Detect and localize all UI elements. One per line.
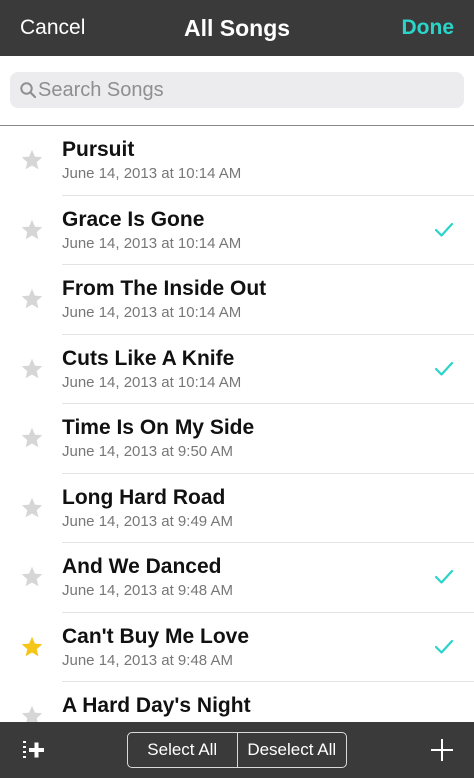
add-to-list-icon[interactable] [22,738,48,762]
star-icon[interactable] [20,287,44,311]
song-title: Long Hard Road [62,485,226,509]
search-input[interactable] [38,72,458,108]
song-title: Cuts Like A Knife [62,346,235,370]
song-list: Pursuit June 14, 2013 at 10:14 AM Grace Is… [0,126,474,722]
song-title: From The Inside Out [62,277,267,300]
song-row[interactable]: Long Hard Road June 14, 2013 at 9:49 AM [0,474,474,544]
search-icon [20,82,37,99]
song-date: June 14, 2013 at 9:48 AM [62,651,233,669]
star-icon[interactable] [20,426,44,450]
song-row[interactable]: And We Danced June 14, 2013 at 9:48 AM [0,543,474,613]
checkmark-icon [434,639,454,654]
song-title: Pursuit [62,138,135,161]
song-date: June 14, 2013 at 9:50 AM [62,443,233,460]
search-box[interactable] [10,72,464,108]
navigation-bar: Cancel All Songs Done [0,0,474,56]
song-row[interactable]: Time Is On My Side June 14, 2013 at 9:50 … [0,404,474,474]
star-icon[interactable] [20,496,44,520]
bottom-toolbar: Select All Deselect All [0,722,474,778]
checkmark-icon [434,361,454,376]
song-row[interactable]: From The Inside Out June 14, 2013 at 10:1… [0,265,474,335]
song-row[interactable]: Can't Buy Me Love June 14, 2013 at 9:48 A… [0,613,474,683]
song-row[interactable]: Cuts Like A Knife June 14, 2013 at 10:14 … [0,335,474,405]
song-title: Grace Is Gone [62,207,205,231]
song-title: Can't Buy Me Love [62,624,250,648]
star-icon[interactable] [20,218,44,242]
song-row[interactable]: Pursuit June 14, 2013 at 10:14 AM [0,126,474,196]
star-icon[interactable] [20,704,44,722]
song-row[interactable]: Grace Is Gone June 14, 2013 at 10:14 AM [0,196,474,266]
song-title: A Hard Day's Night [62,694,251,717]
song-title: And We Danced [62,555,222,578]
song-date: June 14, 2013 at 10:14 AM [62,373,242,391]
song-date: June 14, 2013 at 10:14 AM [62,234,242,252]
song-date: June 14, 2013 at 10:14 AM [62,304,242,321]
song-date: June 14, 2013 at 9:48 AM [62,582,233,599]
star-icon[interactable] [20,565,44,589]
checkmark-icon [434,222,454,237]
done-button[interactable]: Done [402,0,455,56]
search-area [0,56,474,126]
checkmark-icon [434,569,454,584]
app-window: Cancel All Songs Done Pursuit June 14, 20… [0,0,474,778]
song-date: June 14, 2013 at 10:14 AM [62,165,242,182]
select-all-button[interactable]: Select All [128,733,237,767]
selection-segmented-control: Select All Deselect All [127,732,347,768]
star-icon[interactable] [20,635,44,659]
deselect-all-button[interactable]: Deselect All [236,733,347,767]
cancel-button[interactable]: Cancel [20,0,85,56]
song-title: Time Is On My Side [62,416,255,439]
plus-icon[interactable] [430,738,454,762]
song-row[interactable]: A Hard Day's Night [0,682,474,722]
star-icon[interactable] [20,148,44,172]
star-icon[interactable] [20,357,44,381]
song-date: June 14, 2013 at 9:49 AM [62,512,233,530]
